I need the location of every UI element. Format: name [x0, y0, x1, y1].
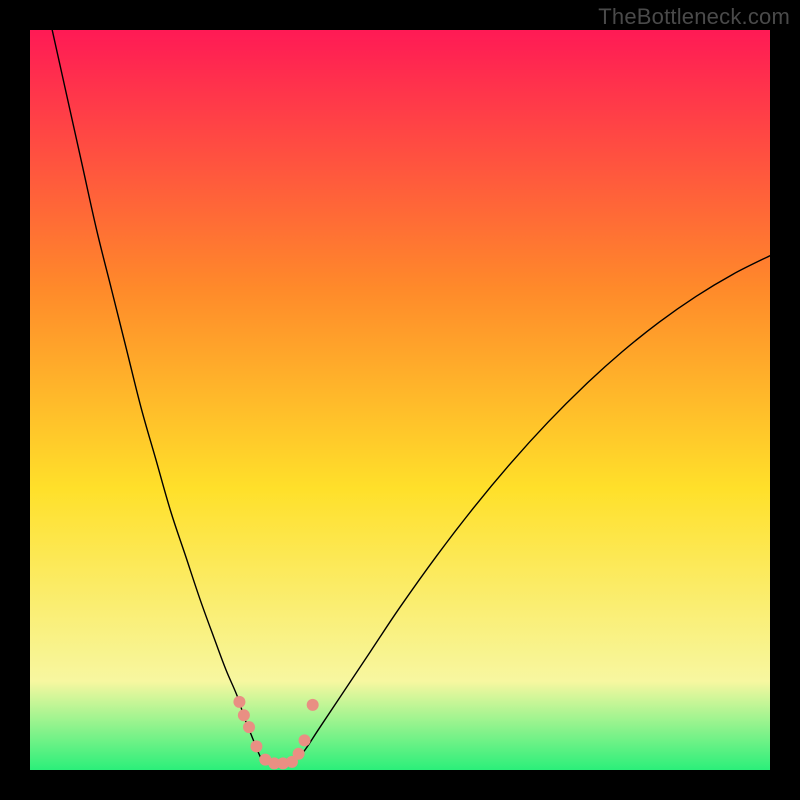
marker-dot: [243, 721, 255, 733]
marker-dot: [238, 709, 250, 721]
bottleneck-curve-chart: [30, 30, 770, 770]
gradient-background: [30, 30, 770, 770]
marker-dot: [293, 748, 305, 760]
plot-area: [30, 30, 770, 770]
marker-dot: [250, 740, 262, 752]
marker-dot: [299, 734, 311, 746]
watermark-text: TheBottleneck.com: [598, 4, 790, 30]
chart-frame: TheBottleneck.com: [0, 0, 800, 800]
marker-dot: [233, 696, 245, 708]
marker-dot: [307, 699, 319, 711]
